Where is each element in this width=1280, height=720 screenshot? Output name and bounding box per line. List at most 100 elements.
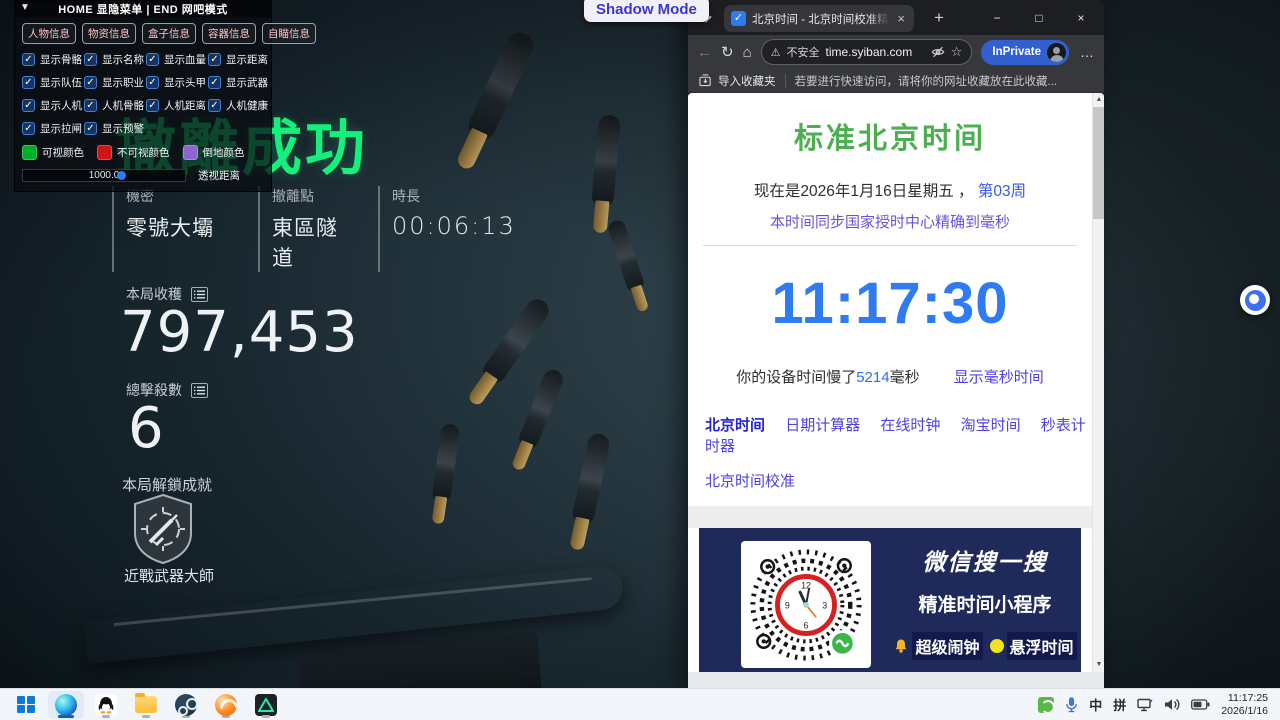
esp-checkbox[interactable]: ✓人机骨骼 [84, 98, 144, 113]
esp-checkbox[interactable]: ✓人机距离 [146, 98, 206, 113]
nav-link-time-calibration[interactable]: 北京时间校准 [705, 473, 795, 490]
esp-checkbox[interactable]: ✓ 显示武器 [208, 75, 268, 90]
taskbar-steam-button[interactable] [168, 691, 204, 719]
url-text[interactable]: time.syiban.com [826, 45, 913, 59]
scrollbar-thumb[interactable] [1093, 107, 1104, 219]
banner-badge-alarm: 超级闹钟 [912, 632, 982, 660]
steam-icon [175, 694, 197, 716]
checkbox-checked-icon: ✓ [22, 99, 35, 112]
hud-exit-info: 撤離點 東區隧道 [258, 186, 350, 272]
shadow-mode-tooltip: Shadow Mode [584, 0, 709, 22]
home-button[interactable]: ⌂ [743, 45, 752, 60]
browser-tab[interactable]: ✓ 北京时间 - 北京时间校准精确到毫秒 × [724, 5, 914, 32]
esp-checkbox[interactable]: ✓显示职业 [84, 75, 144, 90]
tab-box-info[interactable]: 盒子信息 [142, 23, 196, 44]
tab-container-info[interactable]: 容器信息 [202, 23, 256, 44]
address-bar-row: ← ↻ ⌂ ⚠ 不安全 time.syiban.com ☆ InPrivate … [688, 35, 1104, 69]
ime-pinyin-indicator[interactable]: 拼 [1113, 695, 1126, 714]
refresh-button[interactable]: ↻ [721, 45, 734, 60]
sync-source-link[interactable]: 本时间同步国家授时中心精确到毫秒 [770, 214, 1010, 231]
address-bar[interactable]: ⚠ 不安全 time.syiban.com ☆ [761, 39, 973, 65]
checkbox-checked-icon: ✓ [208, 76, 221, 89]
security-label[interactable]: 不安全 [787, 44, 820, 60]
inprivate-badge[interactable]: InPrivate [981, 40, 1069, 65]
visible-color-option[interactable]: 可视颜色 [22, 145, 84, 160]
start-button[interactable] [8, 691, 44, 719]
browser-window: ✓ 北京时间 - 北京时间校准精确到毫秒 × + − □ × ← ↻ ⌂ ⚠ 不… [688, 0, 1104, 688]
tracking-prevention-icon[interactable] [931, 45, 945, 59]
taskbar-qq-button[interactable] [88, 691, 124, 719]
tab-aimbot-info[interactable]: 自瞄信息 [262, 23, 316, 44]
taskbar-clock[interactable]: 11:17:25 2026/1/16 [1221, 692, 1268, 717]
tray-green-app-icon[interactable] [1038, 697, 1054, 713]
esp-checkbox[interactable]: ✓显示头甲 [146, 75, 206, 90]
scroll-down-arrow[interactable]: ▼ [1093, 658, 1104, 672]
tab-strip: ✓ 北京时间 - 北京时间校准精确到毫秒 × + − □ × [688, 0, 1104, 35]
nav-link-online-clock[interactable]: 在线时钟 [880, 417, 940, 434]
nav-link-beijing-time[interactable]: 北京时间 [705, 417, 765, 434]
import-favorites-button[interactable]: 导入收藏夹 [699, 73, 776, 89]
color-swatch[interactable] [22, 145, 37, 160]
tab-close-icon[interactable]: × [895, 11, 907, 26]
esp-checkbox[interactable]: ✓显示拉闸 [22, 121, 82, 136]
esp-checkbox[interactable]: ✓显示预警 [84, 121, 144, 136]
maximize-button[interactable]: □ [1018, 0, 1060, 35]
cheat-menu-titlebar: ▼ HOME 显隐菜单 | END 网吧模式 [15, 1, 271, 17]
show-milliseconds-link[interactable]: 显示毫秒时间 [954, 369, 1044, 386]
taskbar-explorer-button[interactable] [128, 691, 164, 719]
back-button[interactable]: ← [697, 45, 712, 60]
checkbox-checked-icon: ✓ [84, 122, 97, 135]
taskbar-launcher-button[interactable] [208, 691, 244, 719]
file-explorer-icon [135, 696, 157, 713]
taskbar-edge-button[interactable] [48, 691, 84, 719]
taskbar-date: 2026/1/16 [1221, 705, 1268, 718]
esp-checkbox[interactable]: ✓显示距离 [208, 52, 268, 67]
section-gap [688, 506, 1092, 528]
nav-link-taobao-time[interactable]: 淘宝时间 [961, 417, 1021, 434]
esp-checkbox[interactable]: ✓显示骨骼 [22, 52, 82, 67]
favorite-star-icon[interactable]: ☆ [951, 44, 963, 60]
microphone-icon[interactable] [1065, 697, 1078, 713]
cheat-menu-tabs: 人物信息 物资信息 盒子信息 容器信息 自瞄信息 [15, 17, 271, 49]
esp-checkbox[interactable]: ✓人机健康 [208, 98, 268, 113]
color-swatch[interactable] [97, 145, 112, 160]
checkbox-label: 显示武器 [226, 75, 268, 90]
new-tab-button[interactable]: + [926, 5, 952, 31]
esp-checkbox[interactable]: ✓显示血量 [146, 52, 206, 67]
list-icon[interactable] [191, 383, 208, 398]
page-scrollbar[interactable]: ▲ ▼ [1092, 93, 1104, 672]
esp-checkbox[interactable]: ✓显示人机 [22, 98, 82, 113]
taskbar-delta-force-button[interactable] [248, 691, 284, 719]
battery-icon[interactable] [1191, 699, 1210, 710]
distance-slider[interactable]: 1000.0 [22, 169, 186, 182]
favorites-hint-text: 若要进行快速访问，请将你的网址收藏放在此收藏... [795, 73, 1058, 89]
beijing-clock: 11:17:30 [688, 270, 1092, 337]
achievement-section-label: 本局解鎖成就 [122, 474, 212, 495]
distance-slider-label: 透视距离 [198, 168, 240, 183]
collapse-triangle-icon[interactable]: ▼ [20, 2, 30, 13]
checkbox-label: 显示距离 [226, 52, 268, 67]
downed-color-option[interactable]: 倒地颜色 [183, 145, 245, 160]
week-number-link[interactable]: 第03周 [978, 183, 1026, 200]
scroll-up-arrow[interactable]: ▲ [1093, 93, 1104, 107]
esp-color-row: 可视颜色 不可视颜色 倒地颜色 [15, 138, 271, 163]
settings-more-icon[interactable]: … [1080, 44, 1095, 60]
wechat-miniprogram-banner[interactable]: 12 3 6 9 微信搜一搜 [699, 528, 1081, 672]
banner-badges: 超级闹钟 悬浮时间 [893, 632, 1076, 660]
ime-language-indicator[interactable]: 中 [1089, 695, 1102, 714]
tab-supplies-info[interactable]: 物资信息 [82, 23, 136, 44]
close-window-button[interactable]: × [1060, 0, 1102, 35]
svg-text:9: 9 [785, 600, 790, 610]
display-cast-icon[interactable] [1137, 698, 1153, 712]
floating-assistant-button[interactable] [1240, 285, 1270, 315]
tab-character-info[interactable]: 人物信息 [22, 23, 76, 44]
esp-checkbox[interactable]: ✓显示名称 [84, 52, 144, 67]
minimize-button[interactable]: − [976, 0, 1018, 35]
slider-knob[interactable] [117, 171, 126, 180]
volume-icon[interactable] [1164, 698, 1180, 711]
nav-link-date-calculator[interactable]: 日期计算器 [785, 417, 860, 434]
offset-prefix: 你的设备时间慢了 [736, 369, 856, 386]
color-swatch[interactable] [183, 145, 198, 160]
esp-checkbox[interactable]: ✓显示队伍 [22, 75, 82, 90]
invisible-color-option[interactable]: 不可视颜色 [97, 145, 170, 160]
